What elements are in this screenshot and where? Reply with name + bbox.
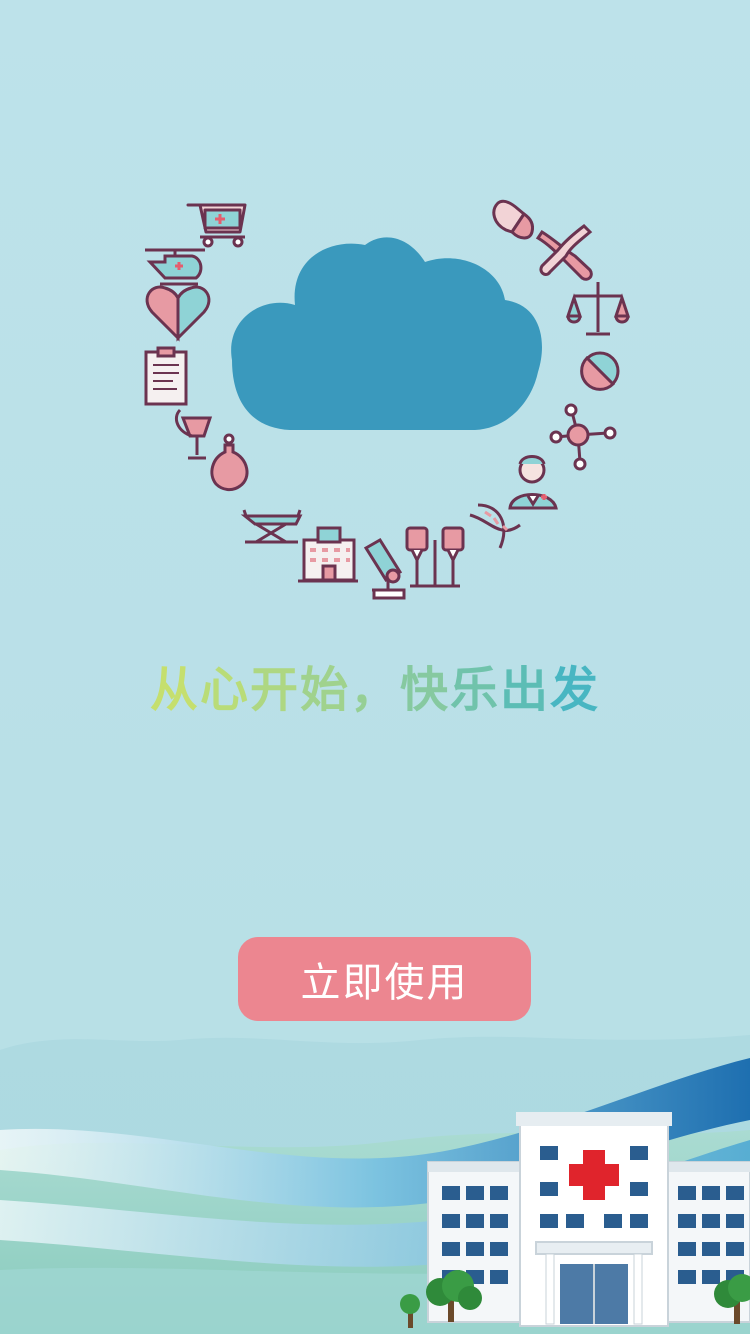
heart-icon <box>145 285 211 342</box>
helicopter-icon <box>145 248 205 286</box>
stretcher-icon <box>240 509 303 544</box>
dna-icon <box>469 503 521 549</box>
splash-screen: 从 心 开 始 ， 快 乐 出 发 立即使用 <box>0 0 750 1334</box>
logo-graphic <box>144 199 631 600</box>
slogan-char: 从 <box>149 662 200 718</box>
clipboard-icon <box>144 346 188 406</box>
shopping-cart-icon <box>186 203 247 248</box>
iv-drip-icon <box>405 526 465 588</box>
slogan-char: 心 <box>199 662 250 718</box>
slogan: 从 心 开 始 ， 快 乐 出 发 <box>0 650 750 720</box>
microscope-icon <box>363 537 406 600</box>
slogan-char: 发 <box>550 662 601 718</box>
start-using-button[interactable]: 立即使用 <box>238 937 531 1021</box>
cloud-icon <box>231 237 542 430</box>
pill-tablet-icon <box>580 351 620 391</box>
capsule-icon <box>492 199 534 240</box>
slogan-char: 始 <box>299 662 350 718</box>
slogan-char: 出 <box>500 662 551 718</box>
slogan-char: 开 <box>249 662 300 718</box>
scales-icon <box>565 282 631 336</box>
slogan-char: 快 <box>400 662 451 718</box>
slogan-char: 乐 <box>450 662 501 718</box>
doctor-icon <box>508 455 558 510</box>
hospital-scenery <box>0 1035 750 1334</box>
flask-icon <box>210 433 249 492</box>
medicine-cup-icon <box>175 408 213 460</box>
chromosome-icon <box>535 224 593 281</box>
hospital-building-icon <box>298 526 358 583</box>
molecule-icon <box>549 403 617 471</box>
slogan-char: ， <box>349 662 400 718</box>
